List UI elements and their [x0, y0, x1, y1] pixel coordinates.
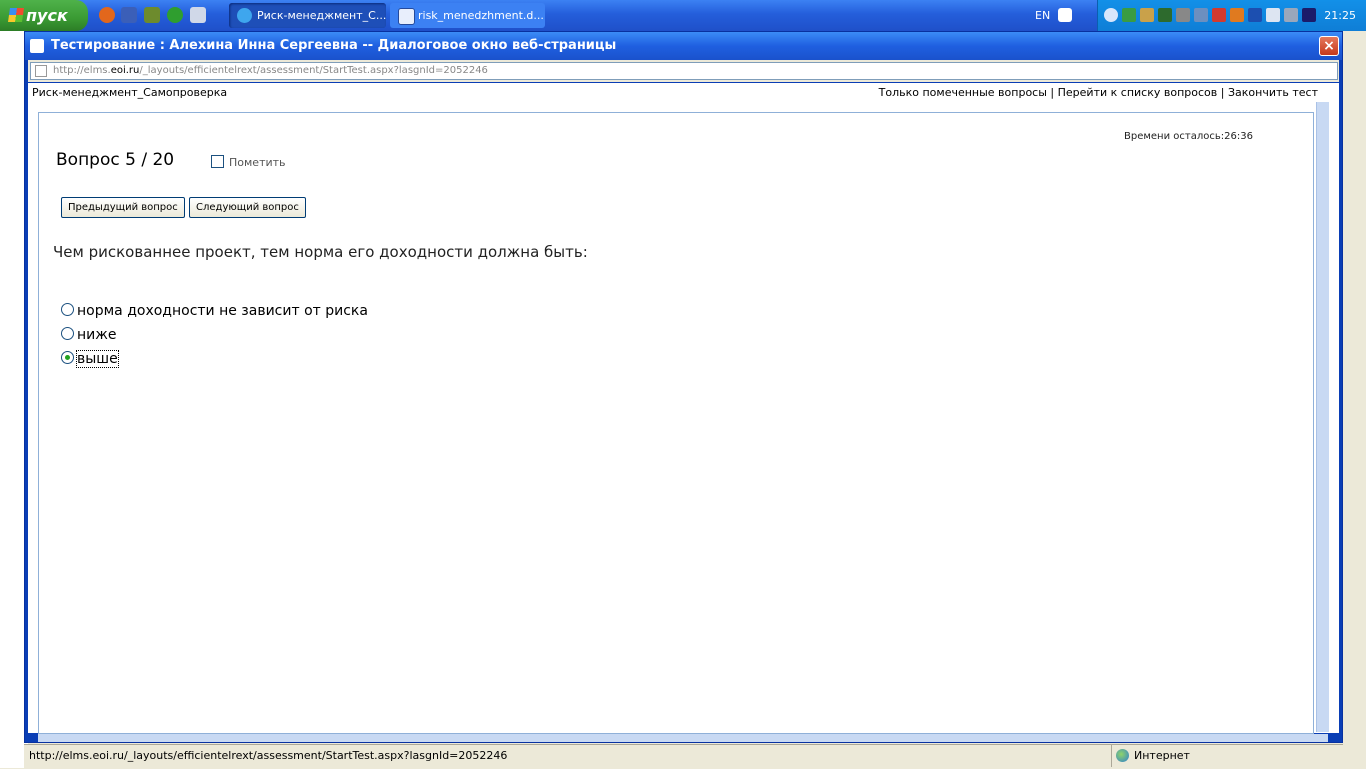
background-window-scrollbar: [1340, 31, 1366, 768]
ie-page-icon: [30, 39, 44, 53]
course-title: Риск-менеджмент_Самопроверка: [32, 86, 228, 99]
question-number: Вопрос 5 / 20: [56, 150, 175, 170]
zone-label: Интернет: [1134, 749, 1190, 762]
tray-app-icon[interactable]: [1248, 8, 1262, 22]
show-desktop-icon[interactable]: [190, 7, 206, 23]
dialog-title-bar[interactable]: Тестирование : Алехина Инна Сергеевна --…: [25, 32, 1342, 60]
volume-icon[interactable]: [1266, 8, 1280, 22]
mark-question-checkbox[interactable]: Пометить: [211, 155, 286, 169]
utorrent-icon[interactable]: [167, 7, 183, 23]
tray-app-icon[interactable]: [1302, 8, 1316, 22]
answer-label[interactable]: выше: [76, 350, 119, 368]
horizontal-scrollbar[interactable]: [38, 734, 1328, 742]
test-header: Риск-менеджмент_Самопроверка Только поме…: [28, 83, 1328, 102]
tray-app-icon[interactable]: [1176, 8, 1190, 22]
tray-antivirus-icon[interactable]: [1212, 8, 1226, 22]
app-icon[interactable]: [144, 7, 160, 23]
address-suffix: /_layouts/efficientelrext/assessment/Sta…: [139, 65, 488, 76]
mark-label: Пометить: [229, 156, 286, 169]
address-domain: eoi.ru: [110, 65, 140, 76]
internet-globe-icon: [1116, 749, 1129, 762]
header-links: Только помеченные вопросы | Перейти к сп…: [879, 83, 1318, 102]
answer-option[interactable]: ниже: [61, 327, 116, 343]
start-label: пуск: [26, 6, 68, 25]
taskbar-window-risk-management[interactable]: Риск-менеджмент_С...: [229, 3, 386, 28]
radio-button[interactable]: [61, 303, 74, 316]
tray-network-icon[interactable]: [1122, 8, 1136, 22]
separator: |: [1220, 86, 1225, 99]
page-icon: [35, 65, 47, 77]
answer-option[interactable]: норма доходности не зависит от риска: [61, 303, 368, 319]
radio-button-selected[interactable]: [61, 351, 74, 364]
ie-icon: [237, 8, 252, 23]
finish-test-link[interactable]: Закончить тест: [1228, 86, 1318, 99]
dialog-content: Риск-менеджмент_Самопроверка Только поме…: [28, 83, 1339, 742]
system-tray: 21:25: [1097, 0, 1366, 31]
clock[interactable]: 21:25: [1324, 0, 1356, 31]
tray-app-icon[interactable]: [1284, 8, 1298, 22]
radio-button[interactable]: [61, 327, 74, 340]
taskbar-window-label: Риск-менеджмент_С...: [257, 9, 386, 22]
webpage-dialog: Тестирование : Алехина Инна Сергеевна --…: [24, 31, 1343, 743]
answer-option-selected[interactable]: выше: [61, 350, 119, 368]
language-indicator[interactable]: EN: [1035, 0, 1050, 31]
taskbar-window-word-doc[interactable]: risk_menedzhment.d...: [390, 3, 545, 28]
previous-question-button[interactable]: Предыдущий вопрос: [61, 197, 185, 218]
address-bar: http://elms.eoi.ru/_layouts/efficientelr…: [28, 60, 1339, 82]
question-text: Чем рискованнее проект, тем норма его до…: [53, 243, 588, 261]
taskbar: пуск Риск-менеджмент_С... risk_menedzhme…: [0, 0, 1366, 31]
vertical-scrollbar[interactable]: [1316, 102, 1329, 732]
checkbox-icon[interactable]: [211, 155, 224, 168]
tray-arrow-icon[interactable]: [1104, 8, 1118, 22]
tray-app-icon[interactable]: [1230, 8, 1244, 22]
next-question-button[interactable]: Следующий вопрос: [189, 197, 306, 218]
help-icon[interactable]: [1058, 8, 1072, 22]
tray-app-icon[interactable]: [1140, 8, 1154, 22]
answer-label[interactable]: ниже: [77, 327, 116, 343]
answer-label[interactable]: норма доходности не зависит от риска: [77, 303, 368, 319]
tray-app-icon[interactable]: [1158, 8, 1172, 22]
taskbar-window-label: risk_menedzhment.d...: [418, 9, 544, 22]
windows-logo-icon: [8, 8, 24, 22]
close-button[interactable]: ×: [1319, 36, 1339, 56]
question-list-link[interactable]: Перейти к списку вопросов: [1058, 86, 1218, 99]
tray-monitor-icon[interactable]: [1194, 8, 1208, 22]
security-zone: Интернет: [1111, 745, 1341, 767]
address-field: http://elms.eoi.ru/_layouts/efficientelr…: [30, 62, 1338, 80]
address-prefix: http://elms.: [53, 65, 111, 76]
dialog-title: Тестирование : Алехина Инна Сергеевна --…: [51, 38, 617, 53]
start-button[interactable]: пуск: [0, 0, 88, 31]
status-url: http://elms.eoi.ru/_layouts/efficientelr…: [29, 749, 508, 762]
question-frame: Времени осталось:26:36 Вопрос 5 / 20 Пом…: [38, 112, 1314, 734]
save-disk-icon[interactable]: [121, 7, 137, 23]
firefox-icon[interactable]: [99, 7, 115, 23]
status-bar: http://elms.eoi.ru/_layouts/efficientelr…: [24, 744, 1343, 769]
word-doc-icon: [398, 8, 415, 25]
separator: |: [1050, 86, 1055, 99]
marked-questions-link[interactable]: Только помеченные вопросы: [879, 86, 1047, 99]
time-remaining: Времени осталось:26:36: [1124, 131, 1253, 142]
